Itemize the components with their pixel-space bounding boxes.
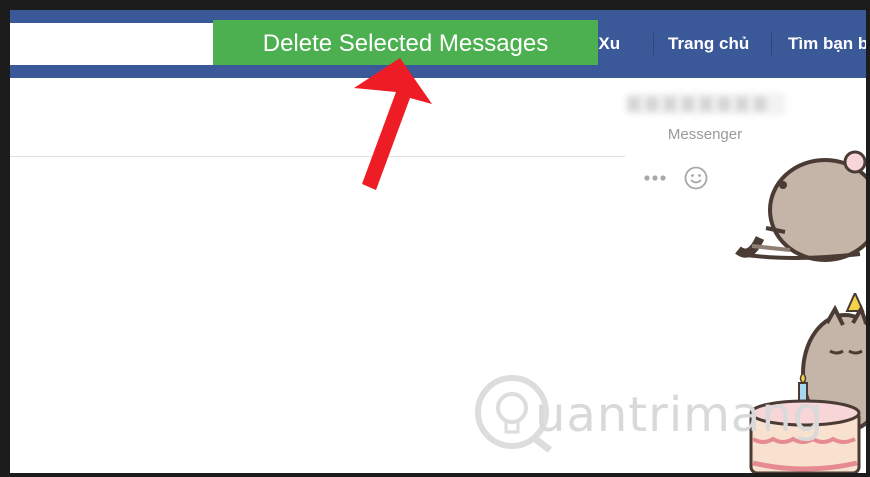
ellipsis-icon[interactable] [642,166,672,186]
watermark-text: uantrimang [535,387,825,443]
smile-icon[interactable] [684,166,708,190]
screenshot-frame: t Xu Trang chủ Tìm bạn b Delete Selected… [0,0,870,477]
frame-border-right [866,0,870,477]
frame-border-bottom [0,473,870,477]
messenger-label: Messenger [667,126,743,143]
frame-border-top [0,0,870,10]
nav-divider [771,33,772,55]
nav-divider [653,33,654,55]
pusheen-sticker-icon [735,150,866,262]
frame-border-left [0,0,10,477]
red-arrow-annotation [354,58,432,190]
contact-name-blurred [625,93,785,115]
nav-item-find-friends[interactable]: Tìm bạn b [788,28,868,60]
nav-item-home[interactable]: Trang chủ [668,28,749,60]
section-divider [10,156,625,157]
